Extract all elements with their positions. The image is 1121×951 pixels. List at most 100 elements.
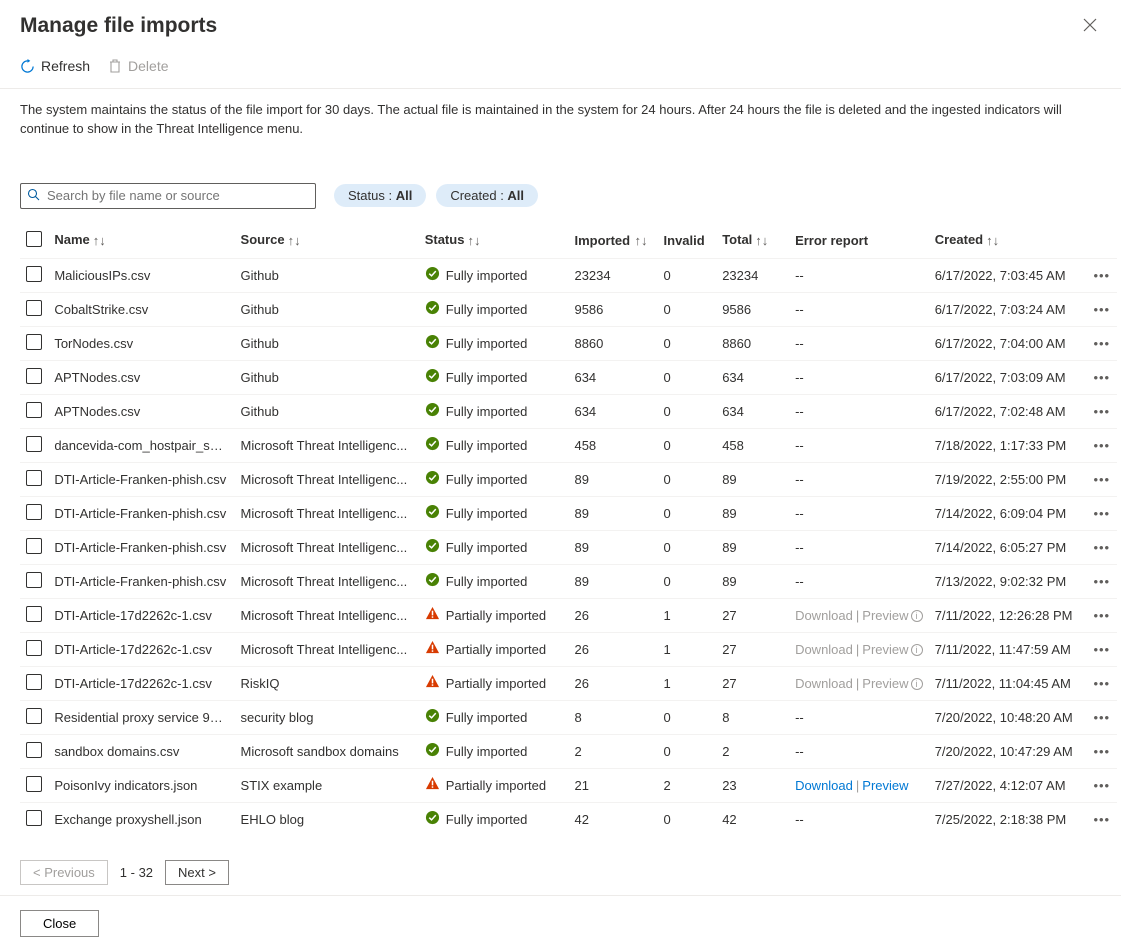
row-checkbox[interactable] — [26, 266, 42, 282]
sort-icon: ↑↓ — [755, 233, 768, 248]
row-checkbox[interactable] — [26, 470, 42, 486]
col-created[interactable]: Created↑↓ — [929, 223, 1087, 259]
row-menu-button[interactable]: ••• — [1087, 598, 1117, 632]
row-menu-button[interactable]: ••• — [1087, 360, 1117, 394]
cell-status: Fully imported — [446, 336, 528, 351]
cell-name: Residential proxy service 911.... — [48, 700, 234, 734]
row-menu-button[interactable]: ••• — [1087, 768, 1117, 802]
row-menu-button[interactable]: ••• — [1087, 734, 1117, 768]
select-all-checkbox[interactable] — [26, 231, 42, 247]
error-preview-link[interactable]: Preview — [862, 676, 908, 691]
cell-name: TorNodes.csv — [48, 326, 234, 360]
error-report-none: -- — [795, 812, 804, 827]
cell-name: DTI-Article-Franken-phish.csv — [48, 530, 234, 564]
row-checkbox[interactable] — [26, 300, 42, 316]
cell-status: Fully imported — [446, 438, 528, 453]
search-input[interactable] — [20, 183, 316, 209]
col-source[interactable]: Source↑↓ — [235, 223, 419, 259]
cell-error-report: Download|Preview — [789, 768, 929, 802]
sort-icon: ↑↓ — [635, 233, 648, 248]
row-checkbox[interactable] — [26, 504, 42, 520]
filter-status-pill[interactable]: Status : All — [334, 184, 426, 207]
row-checkbox[interactable] — [26, 334, 42, 350]
cell-name: sandbox domains.csv — [48, 734, 234, 768]
checkmark-circle-icon — [425, 334, 440, 352]
cell-imported: 89 — [568, 496, 657, 530]
error-preview-link[interactable]: Preview — [862, 642, 908, 657]
cell-status: Fully imported — [446, 404, 528, 419]
cell-name: Exchange proxyshell.json — [48, 802, 234, 836]
row-menu-button[interactable]: ••• — [1087, 666, 1117, 700]
row-checkbox[interactable] — [26, 776, 42, 792]
row-checkbox[interactable] — [26, 368, 42, 384]
next-page-button[interactable]: Next > — [165, 860, 229, 885]
row-menu-button[interactable]: ••• — [1087, 496, 1117, 530]
col-name[interactable]: Name↑↓ — [48, 223, 234, 259]
row-checkbox[interactable] — [26, 538, 42, 554]
row-menu-button[interactable]: ••• — [1087, 632, 1117, 666]
filter-created-pill[interactable]: Created : All — [436, 184, 538, 207]
error-report-none: -- — [795, 710, 804, 725]
error-preview-link[interactable]: Preview — [862, 608, 908, 623]
row-menu-button[interactable]: ••• — [1087, 700, 1117, 734]
row-checkbox[interactable] — [26, 810, 42, 826]
cell-created: 7/19/2022, 2:55:00 PM — [929, 462, 1087, 496]
checkmark-circle-icon — [425, 708, 440, 726]
table-row: DTI-Article-17d2262c-1.csvRiskIQPartiall… — [20, 666, 1117, 700]
row-checkbox[interactable] — [26, 640, 42, 656]
row-menu-button[interactable]: ••• — [1087, 802, 1117, 836]
refresh-button[interactable]: Refresh — [20, 58, 90, 74]
error-download-link[interactable]: Download — [795, 642, 853, 657]
row-checkbox[interactable] — [26, 402, 42, 418]
cell-error-report: Download|Previewi — [789, 666, 929, 700]
cell-source: Github — [235, 292, 419, 326]
cell-imported: 23234 — [568, 258, 657, 292]
table-row: DTI-Article-Franken-phish.csvMicrosoft T… — [20, 530, 1117, 564]
row-menu-button[interactable]: ••• — [1087, 326, 1117, 360]
col-total[interactable]: Total↑↓ — [716, 223, 789, 259]
cell-error-report: -- — [789, 802, 929, 836]
row-menu-button[interactable]: ••• — [1087, 394, 1117, 428]
row-checkbox[interactable] — [26, 572, 42, 588]
row-menu-button[interactable]: ••• — [1087, 258, 1117, 292]
error-download-link[interactable]: Download — [795, 676, 853, 691]
cell-created: 6/17/2022, 7:04:00 AM — [929, 326, 1087, 360]
col-imported[interactable]: Imported↑↓ — [568, 223, 657, 259]
row-menu-button[interactable]: ••• — [1087, 462, 1117, 496]
page-range: 1 - 32 — [120, 865, 153, 880]
delete-button[interactable]: Delete — [108, 58, 168, 74]
row-checkbox[interactable] — [26, 606, 42, 622]
cell-created: 7/14/2022, 6:05:27 PM — [929, 530, 1087, 564]
cell-name: DTI-Article-Franken-phish.csv — [48, 496, 234, 530]
row-menu-button[interactable]: ••• — [1087, 292, 1117, 326]
error-download-link[interactable]: Download — [795, 778, 853, 793]
row-checkbox[interactable] — [26, 674, 42, 690]
checkmark-circle-icon — [425, 300, 440, 318]
close-button[interactable]: Close — [20, 910, 99, 937]
cell-created: 6/17/2022, 7:03:45 AM — [929, 258, 1087, 292]
cell-total: 634 — [716, 394, 789, 428]
cell-imported: 21 — [568, 768, 657, 802]
error-download-link[interactable]: Download — [795, 608, 853, 623]
cell-source: Microsoft sandbox domains — [235, 734, 419, 768]
row-menu-button[interactable]: ••• — [1087, 428, 1117, 462]
cell-error-report: -- — [789, 394, 929, 428]
prev-page-button[interactable]: < Previous — [20, 860, 108, 885]
cell-imported: 2 — [568, 734, 657, 768]
cell-total: 27 — [716, 666, 789, 700]
col-error-report[interactable]: Error report — [789, 223, 929, 259]
col-invalid[interactable]: Invalid — [658, 223, 717, 259]
row-checkbox[interactable] — [26, 742, 42, 758]
error-preview-link[interactable]: Preview — [862, 778, 908, 793]
col-status[interactable]: Status↑↓ — [419, 223, 569, 259]
cell-source: Github — [235, 360, 419, 394]
cell-error-report: -- — [789, 734, 929, 768]
error-report-none: -- — [795, 438, 804, 453]
refresh-label: Refresh — [41, 58, 90, 74]
row-checkbox[interactable] — [26, 436, 42, 452]
close-icon-button[interactable] — [1079, 14, 1101, 40]
row-menu-button[interactable]: ••• — [1087, 530, 1117, 564]
row-checkbox[interactable] — [26, 708, 42, 724]
row-menu-button[interactable]: ••• — [1087, 564, 1117, 598]
cell-imported: 26 — [568, 666, 657, 700]
